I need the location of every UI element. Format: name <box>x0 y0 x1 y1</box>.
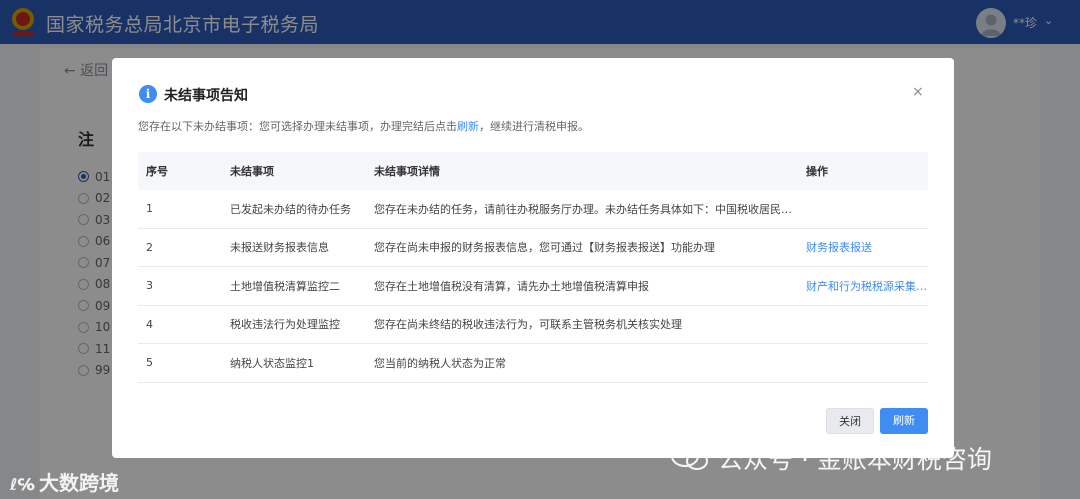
row-action-link[interactable]: 财产和行为税税源采集及申报 <box>798 278 928 294</box>
row-detail: 您当前的纳税人状态为正常 <box>374 356 506 370</box>
watermark-left-text: 大数跨境 <box>39 471 120 495</box>
table-row: 5 纳税人状态监控1 您当前的纳税人状态为正常 <box>138 344 928 383</box>
watermark-left: ℓ℅ 大数跨境 <box>10 467 119 496</box>
close-icon[interactable]: × <box>912 84 924 100</box>
row-item: 已发起未办结的待办任务 <box>230 202 351 216</box>
row-index: 4 <box>146 317 153 331</box>
table-row: 1 已发起未办结的待办任务 您存在未办结的任务，请前往办税服务厅办理。未办结任务… <box>138 190 928 229</box>
row-item: 未报送财务报表信息 <box>230 241 329 255</box>
row-item: 纳税人状态监控1 <box>230 356 314 370</box>
column-header-item: 未结事项 <box>230 165 274 178</box>
row-detail: 您存在尚未申报的财务报表信息，您可通过【财务报表报送】功能办理 <box>374 241 715 255</box>
close-button[interactable]: 关闭 <box>826 408 874 434</box>
pending-items-table: 序号 未结事项 未结事项详情 操作 1 已发起未办结的待办任务 您存在未办结的任… <box>138 152 928 383</box>
watermark-right-text: 公众号 · 金账本财税咨询 <box>718 445 992 474</box>
column-header-index: 序号 <box>146 165 168 178</box>
table-header: 序号 未结事项 未结事项详情 操作 <box>138 152 928 190</box>
column-header-action: 操作 <box>806 165 828 178</box>
watermark-logo-icon: ℓ℅ <box>10 475 36 494</box>
description-text: 您存在以下未办结事项：您可选择办理未结事项，办理完结后点击 <box>138 120 457 133</box>
refresh-link[interactable]: 刷新 <box>457 120 479 133</box>
row-detail: 您存在土地增值税没有清算，请先办土地增值税清算申报 <box>374 279 649 293</box>
description-text-end: ，继续进行清税申报。 <box>479 120 589 133</box>
watermark-right: 公众号 · 金账本财税咨询 <box>670 440 992 476</box>
table-row: 3 土地增值税清算监控二 您存在土地增值税没有清算，请先办土地增值税清算申报 财… <box>138 267 928 306</box>
row-item: 土地增值税清算监控二 <box>230 279 340 293</box>
table-row: 2 未报送财务报表信息 您存在尚未申报的财务报表信息，您可通过【财务报表报送】功… <box>138 229 928 267</box>
wechat-icon <box>671 445 708 470</box>
row-index: 3 <box>146 279 153 293</box>
row-item: 税收违法行为处理监控 <box>230 318 340 332</box>
refresh-button[interactable]: 刷新 <box>880 408 928 434</box>
row-action-link[interactable]: 财务报表报送 <box>798 239 928 255</box>
dialog-description: 您存在以下未办结事项：您可选择办理未结事项，办理完结后点击刷新，继续进行清税申报… <box>138 118 589 134</box>
info-icon: i <box>139 85 157 103</box>
row-detail: 您存在未办结的任务，请前往办税服务厅办理。未办结任务具体如下：中国税收居民身份证… <box>374 202 798 216</box>
row-detail: 您存在尚未终结的税收违法行为，可联系主管税务机关核实处理 <box>374 318 682 332</box>
pending-items-dialog: i 未结事项告知 × 您存在以下未办结事项：您可选择办理未结事项，办理完结后点击… <box>112 58 954 458</box>
table-row: 4 税收违法行为处理监控 您存在尚未终结的税收违法行为，可联系主管税务机关核实处… <box>138 306 928 344</box>
row-index: 5 <box>146 356 153 370</box>
dialog-title: 未结事项告知 <box>164 88 248 104</box>
row-index: 1 <box>146 202 153 216</box>
column-header-detail: 未结事项详情 <box>374 165 440 178</box>
row-index: 2 <box>146 240 153 254</box>
